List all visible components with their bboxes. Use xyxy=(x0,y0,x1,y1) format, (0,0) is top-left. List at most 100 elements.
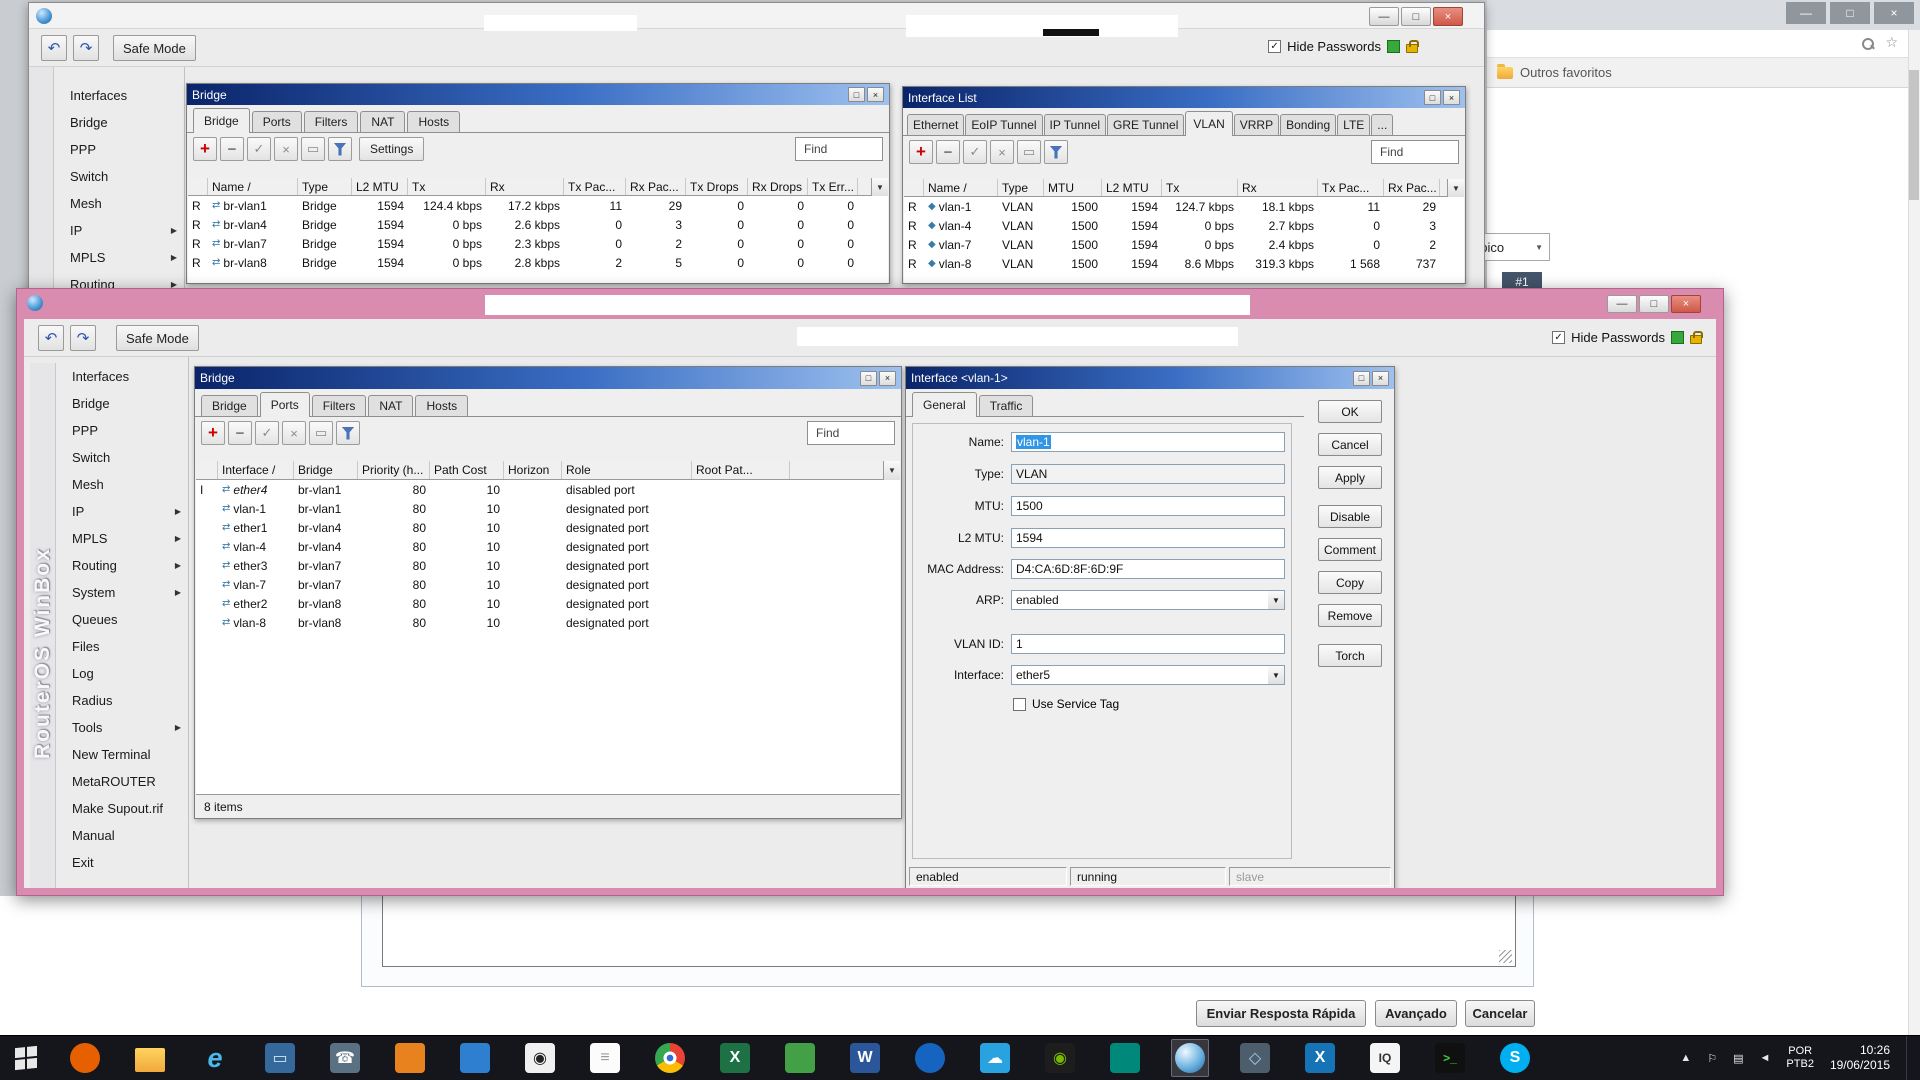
window-titlebar[interactable]: — □ × xyxy=(29,3,1484,29)
media-player-icon[interactable] xyxy=(911,1039,949,1077)
close-button[interactable]: × xyxy=(1443,90,1460,105)
sidebar-item-ppp[interactable]: PPP xyxy=(54,136,184,163)
maximize-button[interactable]: □ xyxy=(1424,90,1441,105)
sidebar-item-log[interactable]: Log xyxy=(56,660,188,687)
table-row[interactable]: R◆vlan-1VLAN15001594124.7 kbps18.1 kbps1… xyxy=(904,197,1464,216)
maximize-button[interactable]: □ xyxy=(1353,371,1370,386)
browser-maximize-button[interactable]: □ xyxy=(1830,2,1870,24)
close-button[interactable]: × xyxy=(1671,295,1701,313)
use-service-tag-checkbox[interactable] xyxy=(1013,698,1026,711)
mac-address-input[interactable]: D4:CA:6D:8F:6D:9F xyxy=(1011,559,1285,579)
find-input[interactable]: Find xyxy=(1371,140,1459,164)
sidebar-item-interfaces[interactable]: Interfaces xyxy=(54,82,184,109)
remote-desktop-icon[interactable]: ▭ xyxy=(261,1039,299,1077)
tab-nat[interactable]: NAT xyxy=(368,395,413,416)
sidebar-item-manual[interactable]: Manual xyxy=(56,822,188,849)
excel-icon[interactable]: X xyxy=(716,1039,754,1077)
sidebar-item-files[interactable]: Files xyxy=(56,633,188,660)
minimize-button[interactable]: — xyxy=(1607,295,1637,313)
chevron-down-icon[interactable]: ▼ xyxy=(1268,590,1285,610)
terminal-icon[interactable]: >_ xyxy=(1431,1039,1469,1077)
table-row[interactable]: Name /TypeL2 MTUTxRxTx Pac...Rx Pac...Tx… xyxy=(188,178,888,196)
language-indicator[interactable]: POR PTB2 xyxy=(1786,1045,1814,1071)
close-button[interactable]: × xyxy=(867,87,884,102)
torch-button[interactable]: Torch xyxy=(1318,644,1382,667)
redo-button[interactable]: ↷ xyxy=(70,325,96,351)
x-server-icon[interactable]: X xyxy=(1301,1039,1339,1077)
sidebar-item-queues[interactable]: Queues xyxy=(56,606,188,633)
add-button[interactable]: + xyxy=(193,137,217,161)
table-row[interactable]: I⇄ether4br-vlan18010disabled port xyxy=(196,480,900,499)
table-row[interactable]: R⇄br-vlan8Bridge15940 bps2.8 kbps25000 xyxy=(188,253,888,272)
tab-ports[interactable]: Ports xyxy=(252,111,302,132)
dialog-titlebar[interactable]: Interface <vlan-1> □ × xyxy=(906,367,1394,389)
tab-eoip-tunnel[interactable]: EoIP Tunnel xyxy=(965,114,1042,135)
table-row[interactable]: R◆vlan-4VLAN150015940 bps2.7 kbps03 xyxy=(904,216,1464,235)
redo-button[interactable]: ↷ xyxy=(73,35,99,61)
tab-ethernet[interactable]: Ethernet xyxy=(907,114,964,135)
bookmarks-folder-label[interactable]: Outros favoritos xyxy=(1520,65,1612,80)
tab-vrrp[interactable]: VRRP xyxy=(1234,114,1279,135)
interface-select[interactable]: ether5 xyxy=(1011,665,1268,685)
table-row[interactable]: ⇄ether2br-vlan88010designated port xyxy=(196,594,900,613)
close-button[interactable]: × xyxy=(1433,7,1463,26)
chevron-down-icon[interactable]: ▼ xyxy=(1268,665,1285,685)
tab-hosts[interactable]: Hosts xyxy=(407,111,460,132)
column-chooser-icon[interactable]: ▼ xyxy=(871,178,888,196)
remove-button[interactable]: − xyxy=(220,137,244,161)
teal-tool-icon[interactable] xyxy=(1106,1039,1144,1077)
tab-ip-tunnel[interactable]: IP Tunnel xyxy=(1044,114,1106,135)
blue-tool-icon[interactable] xyxy=(456,1039,494,1077)
advanced-button[interactable]: Avançado xyxy=(1375,1000,1457,1027)
table-row[interactable]: R◆vlan-7VLAN150015940 bps2.4 kbps02 xyxy=(904,235,1464,254)
sidebar-item-mpls[interactable]: MPLS▶ xyxy=(56,525,188,552)
browser-close-button[interactable]: × xyxy=(1874,2,1914,24)
bridge-window-titlebar[interactable]: Bridge □ × xyxy=(195,367,901,389)
notepad-icon[interactable]: ≡ xyxy=(586,1039,624,1077)
find-input[interactable]: Find xyxy=(807,421,895,445)
clock[interactable]: 10:26 19/06/2015 xyxy=(1830,1043,1890,1073)
remove-button[interactable]: − xyxy=(936,140,960,164)
name-input[interactable]: vlan-1 xyxy=(1011,432,1285,452)
chrome-icon[interactable] xyxy=(651,1039,689,1077)
maximize-button[interactable]: □ xyxy=(860,371,877,386)
disable-button[interactable]: × xyxy=(282,421,306,445)
action-center-icon[interactable]: ⚐ xyxy=(1707,1052,1717,1065)
sidebar-item-new-terminal[interactable]: New Terminal xyxy=(56,741,188,768)
copy-button[interactable]: Copy xyxy=(1318,571,1382,594)
sidebar-item-routing[interactable]: Routing▶ xyxy=(56,552,188,579)
camera-viewer-icon[interactable]: ◉ xyxy=(521,1039,559,1077)
comment-button[interactable]: ▭ xyxy=(1017,140,1041,164)
remove-button[interactable]: Remove xyxy=(1318,604,1382,627)
add-button[interactable]: + xyxy=(909,140,933,164)
cloud-app-icon[interactable]: ☁ xyxy=(976,1039,1014,1077)
sidebar-item-make-supout-rif[interactable]: Make Supout.rif xyxy=(56,795,188,822)
comment-button[interactable]: ▭ xyxy=(301,137,325,161)
sidebar-item-exit[interactable]: Exit xyxy=(56,849,188,876)
l2mtu-input[interactable]: 1594 xyxy=(1011,528,1285,548)
table-row[interactable]: ⇄vlan-1br-vlan18010designated port xyxy=(196,499,900,518)
sidebar-item-mesh[interactable]: Mesh xyxy=(54,190,184,217)
enable-button[interactable]: ✓ xyxy=(963,140,987,164)
undo-button[interactable]: ↶ xyxy=(38,325,64,351)
table-row[interactable]: ⇄vlan-4br-vlan48010designated port xyxy=(196,537,900,556)
bookmark-star-icon[interactable]: ☆ xyxy=(1885,34,1898,51)
tab-general[interactable]: General xyxy=(912,392,977,417)
table-row[interactable]: Interface /BridgePriority (h...Path Cost… xyxy=(196,461,900,479)
table-row[interactable]: ⇄ether3br-vlan78010designated port xyxy=(196,556,900,575)
tab-overflow[interactable]: ... xyxy=(1371,114,1393,135)
disable-button[interactable]: Disable xyxy=(1318,505,1382,528)
virtualbox-icon[interactable]: ◇ xyxy=(1236,1039,1274,1077)
bridge-table-header[interactable]: Name /TypeL2 MTUTxRxTx Pac...Rx Pac...Tx… xyxy=(188,178,888,196)
iq-app-icon[interactable]: IQ xyxy=(1366,1039,1404,1077)
tab-nat[interactable]: NAT xyxy=(360,111,405,132)
tab-gre-tunnel[interactable]: GRE Tunnel xyxy=(1107,114,1184,135)
sidebar-item-ppp[interactable]: PPP xyxy=(56,417,188,444)
tab-hosts[interactable]: Hosts xyxy=(415,395,468,416)
green-tool-icon[interactable] xyxy=(781,1039,819,1077)
file-explorer-icon[interactable] xyxy=(131,1039,169,1077)
sidebar-item-switch[interactable]: Switch xyxy=(56,444,188,471)
cancel-reply-button[interactable]: Cancelar xyxy=(1465,1000,1535,1027)
filter-button[interactable] xyxy=(336,421,360,445)
firefox-icon[interactable] xyxy=(66,1039,104,1077)
